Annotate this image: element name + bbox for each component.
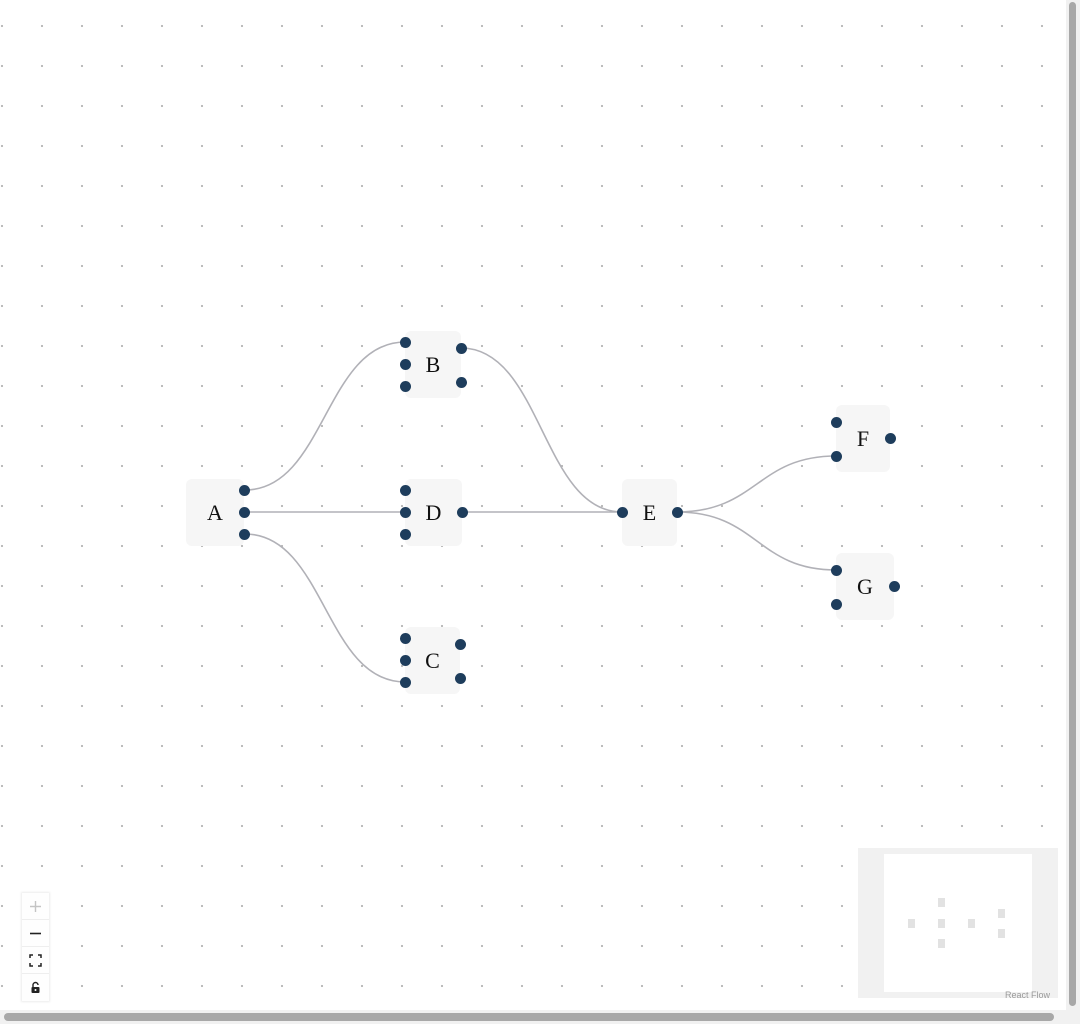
- source-handle-bottom[interactable]: [455, 673, 466, 684]
- target-handle-top[interactable]: [831, 417, 842, 428]
- node-label: A: [207, 499, 223, 525]
- edge-a-b[interactable]: [244, 341, 406, 491]
- source-handle[interactable]: [672, 507, 683, 518]
- zoom-in-icon: [30, 900, 41, 912]
- edge-e-f[interactable]: [676, 455, 837, 513]
- node-label: G: [857, 573, 873, 599]
- node-label: E: [642, 499, 657, 525]
- edge-b-e[interactable]: [460, 347, 623, 513]
- minimap-node-g: [998, 929, 1005, 938]
- zoom-in-button[interactable]: [22, 893, 49, 920]
- source-handle-bottom[interactable]: [239, 529, 250, 540]
- source-handle-middle[interactable]: [239, 507, 250, 518]
- edge-a-c[interactable]: [244, 533, 406, 683]
- node-d[interactable]: D: [400, 479, 468, 546]
- target-handle-bottom[interactable]: [831, 599, 842, 610]
- target-handle-top[interactable]: [400, 485, 411, 496]
- source-handle-bottom[interactable]: [456, 377, 467, 388]
- node-g[interactable]: G: [831, 553, 900, 620]
- target-handle-middle[interactable]: [400, 507, 411, 518]
- lock-icon: [31, 981, 40, 993]
- target-handle-top[interactable]: [831, 565, 842, 576]
- node-label: F: [856, 425, 870, 451]
- horizontal-scrollbar-thumb[interactable]: [4, 1013, 1054, 1021]
- node-e[interactable]: E: [617, 479, 683, 546]
- flow-canvas[interactable]: A B D C E F G React Flow: [0, 0, 1066, 1010]
- node-label: C: [425, 647, 440, 673]
- vertical-scrollbar-thumb[interactable]: [1069, 2, 1076, 1006]
- node-b[interactable]: B: [400, 331, 467, 398]
- source-handle-top[interactable]: [239, 485, 250, 496]
- vertical-scrollbar[interactable]: [1066, 0, 1080, 1010]
- lock-toggle-button[interactable]: [22, 974, 49, 1001]
- target-handle-top[interactable]: [400, 633, 411, 644]
- node-label: B: [425, 351, 441, 377]
- minimap-node-d: [938, 919, 945, 928]
- minimap[interactable]: [858, 848, 1058, 998]
- target-handle[interactable]: [617, 507, 628, 518]
- target-handle-bottom[interactable]: [831, 451, 842, 462]
- zoom-out-icon: [30, 932, 41, 934]
- fit-view-icon: [29, 953, 42, 967]
- node-c[interactable]: C: [400, 627, 466, 694]
- target-handle-bottom[interactable]: [400, 529, 411, 540]
- minimap-viewport[interactable]: [884, 854, 1032, 992]
- fit-view-button[interactable]: [22, 947, 49, 974]
- source-handle[interactable]: [457, 507, 468, 518]
- attribution-link[interactable]: React Flow: [1005, 990, 1050, 1000]
- source-handle[interactable]: [889, 581, 900, 592]
- minimap-node-e: [968, 919, 975, 928]
- minimap-node-b: [938, 898, 945, 907]
- target-handle-bottom[interactable]: [400, 677, 411, 688]
- controls-panel: [22, 893, 49, 1001]
- minimap-node-c: [938, 939, 945, 948]
- minimap-node-f: [998, 909, 1005, 918]
- source-handle-top[interactable]: [456, 343, 467, 354]
- target-handle-middle[interactable]: [400, 655, 411, 666]
- target-handle-top[interactable]: [400, 337, 411, 348]
- node-label: D: [425, 499, 442, 525]
- node-f[interactable]: F: [831, 405, 896, 472]
- source-handle-top[interactable]: [455, 639, 466, 650]
- edge-e-g[interactable]: [676, 511, 837, 571]
- minimap-node-a: [908, 919, 915, 928]
- horizontal-scrollbar[interactable]: [0, 1010, 1080, 1024]
- source-handle[interactable]: [885, 433, 896, 444]
- target-handle-bottom[interactable]: [400, 381, 411, 392]
- node-a[interactable]: A: [186, 479, 250, 546]
- zoom-out-button[interactable]: [22, 920, 49, 947]
- target-handle-middle[interactable]: [400, 359, 411, 370]
